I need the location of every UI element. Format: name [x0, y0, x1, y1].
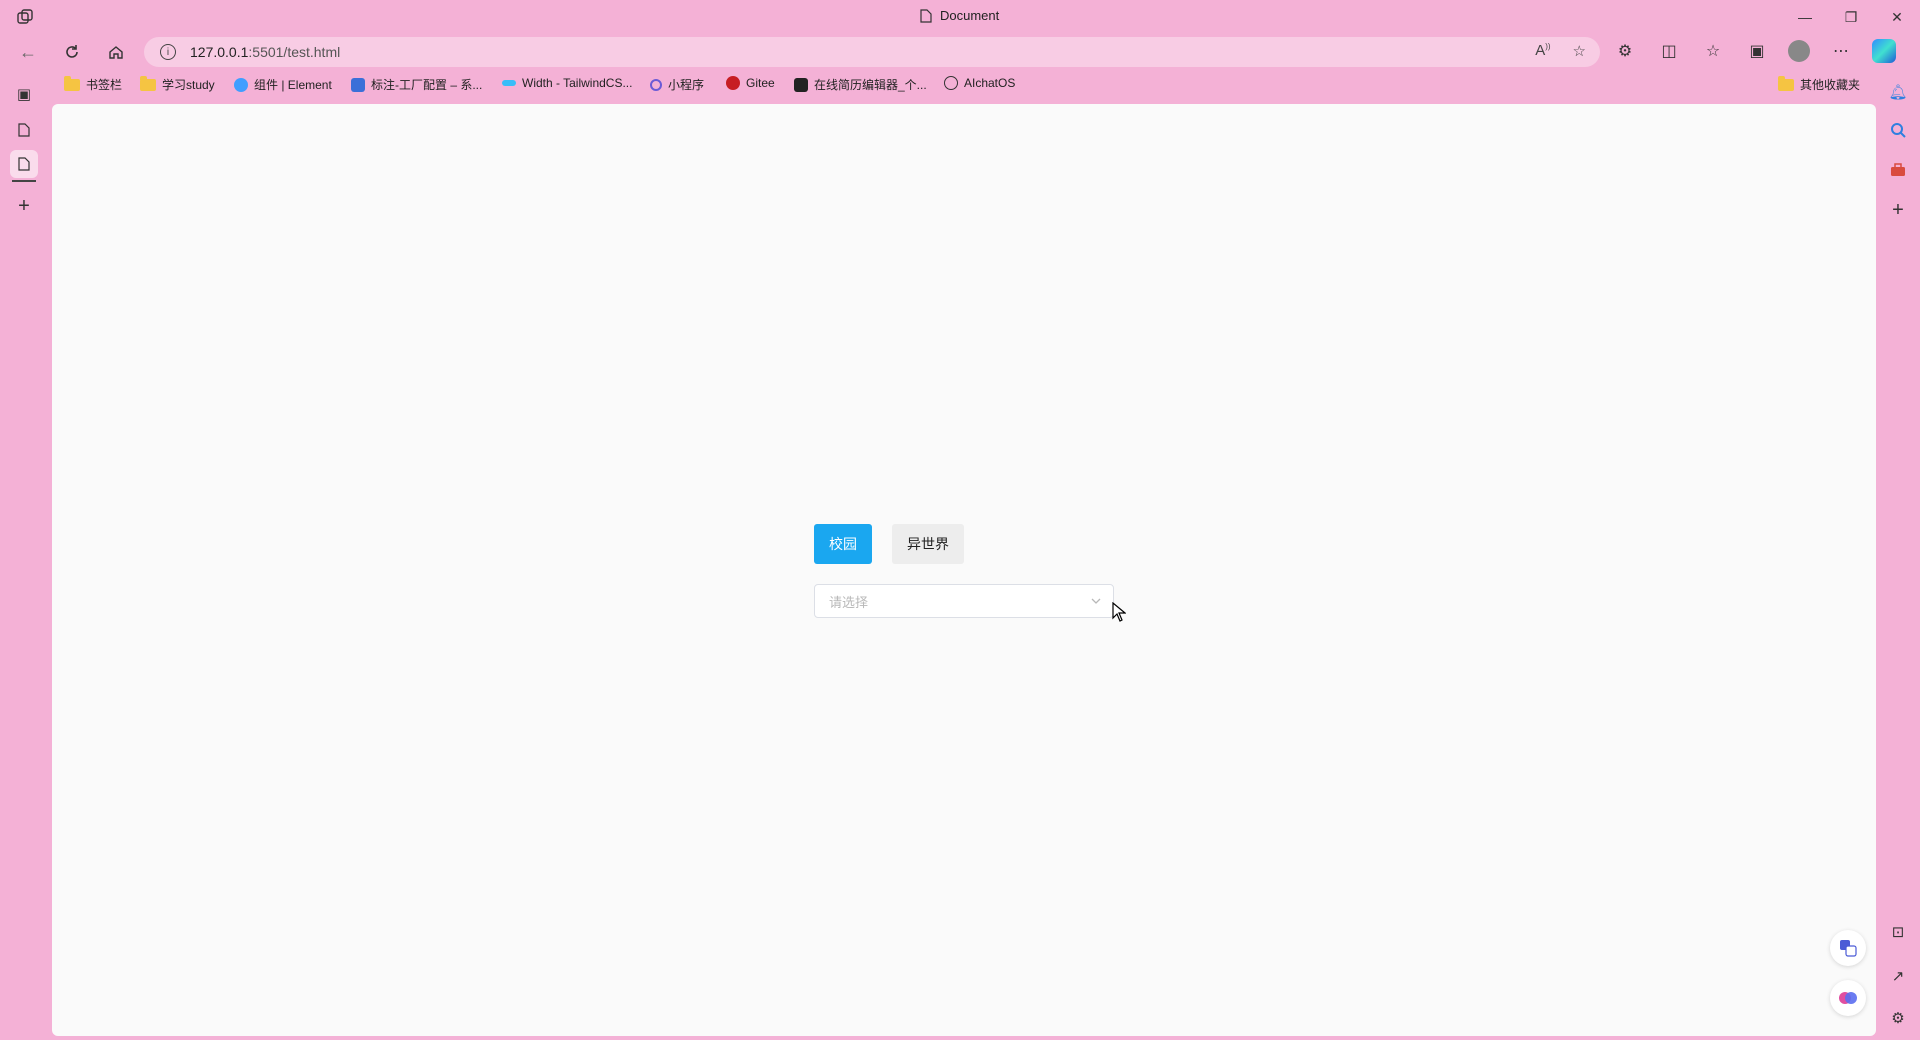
campus-button[interactable]: 校园: [814, 524, 872, 564]
navigation-bar: ← i 127.0.0.1:5501/test.html A)) ☆ ⚙ ◫ ☆…: [0, 34, 1920, 68]
openai-icon: [944, 76, 958, 90]
add-sidebar-app-icon[interactable]: +: [1886, 198, 1910, 222]
open-external-icon[interactable]: ↗: [1886, 964, 1910, 988]
bookmark-item[interactable]: 书签栏: [64, 75, 123, 93]
refresh-icon: [66, 45, 78, 58]
new-tab-icon[interactable]: +: [10, 192, 38, 220]
back-button[interactable]: ←: [14, 38, 42, 66]
otherworld-button[interactable]: 异世界: [892, 524, 964, 564]
favorite-star-icon[interactable]: ☆: [1573, 42, 1586, 60]
refresh-button[interactable]: [58, 38, 86, 66]
resume-icon: [794, 77, 808, 92]
label-icon: [351, 77, 365, 92]
bookmark-item[interactable]: 组件 | Element: [234, 76, 332, 93]
element-icon: [234, 77, 248, 92]
folder-icon: [140, 75, 156, 91]
bookmarks-bar: 书签栏 学习study 组件 | Element 标注-工厂配置 – 系... …: [0, 72, 1920, 98]
bookmark-item[interactable]: 小程序: [650, 76, 704, 93]
profile-avatar[interactable]: [1788, 40, 1810, 62]
link-icon: [650, 78, 662, 91]
notification-bell-icon[interactable]: 🔔︎: [1886, 80, 1910, 104]
split-screen-icon[interactable]: ◫: [1656, 38, 1682, 64]
bookmark-item[interactable]: 在线简历编辑器_个...: [794, 76, 927, 93]
tab-title-text: Document: [940, 8, 1000, 23]
minimize-button[interactable]: —: [1782, 0, 1828, 34]
site-info-icon[interactable]: i: [160, 44, 176, 60]
bookmark-label: 在线简历编辑器_个...: [814, 78, 927, 92]
translate-icon[interactable]: [1830, 930, 1866, 966]
title-bar: Document — ❐ ✕: [0, 0, 1920, 34]
favorites-icon[interactable]: ☆: [1700, 38, 1726, 64]
active-tab-page-icon[interactable]: [10, 150, 38, 178]
read-aloud-icon[interactable]: A)): [1535, 42, 1550, 60]
bookmark-item[interactable]: Width - TailwindCS...: [502, 76, 632, 90]
workspaces-icon[interactable]: [16, 8, 34, 26]
home-button[interactable]: [102, 38, 130, 66]
search-icon[interactable]: [1886, 118, 1910, 142]
bookmark-label: Gitee: [746, 76, 775, 90]
close-window-button[interactable]: ✕: [1874, 0, 1920, 34]
bookmark-label: 小程序: [668, 78, 705, 92]
gitee-icon: [726, 76, 740, 90]
select-dropdown[interactable]: 请选择: [814, 584, 1114, 618]
tab-actions-icon[interactable]: ▣: [10, 80, 38, 108]
bookmark-item[interactable]: 标注-工厂配置 – 系...: [351, 76, 482, 93]
page-content: 校园 异世界 请选择: [52, 104, 1876, 1036]
url-text[interactable]: 127.0.0.1:5501/test.html: [190, 44, 340, 60]
more-options-icon[interactable]: ⋯: [1828, 38, 1854, 64]
bookmark-label: AIchatOS: [964, 76, 1016, 90]
bookmark-item[interactable]: AIchatOS: [944, 76, 1015, 90]
bookmark-label: 标注-工厂配置 – 系...: [371, 78, 483, 92]
edge-sidebar: 🔔︎ + ⊡ ↗ ⚙: [1876, 80, 1920, 1040]
url-path: :5501/test.html: [248, 44, 341, 60]
copilot-icon[interactable]: [1872, 39, 1896, 63]
other-bookmarks[interactable]: 其他收藏夹: [1778, 75, 1861, 93]
folder-icon: [1778, 75, 1794, 91]
bookmark-label: 书签栏: [86, 78, 123, 92]
bookmark-item[interactable]: Gitee: [726, 76, 775, 90]
bookmark-label: Width - TailwindCS...: [522, 76, 633, 90]
tools-icon[interactable]: [1886, 158, 1910, 182]
tailwind-icon: [502, 80, 516, 86]
url-host: 127.0.0.1: [190, 44, 249, 60]
extensions-icon[interactable]: ⚙: [1612, 38, 1638, 64]
select-placeholder: 请选择: [829, 595, 869, 611]
hide-sidebar-icon[interactable]: ⊡: [1886, 920, 1910, 944]
folder-icon: [64, 75, 80, 91]
tab-page-icon[interactable]: [10, 116, 38, 144]
home-icon: [109, 46, 123, 59]
active-tab-indicator: [12, 180, 36, 182]
tab-title[interactable]: Document: [920, 8, 999, 23]
restore-button[interactable]: ❐: [1828, 0, 1874, 34]
collections-icon[interactable]: ▣: [1744, 38, 1770, 64]
mouse-cursor-icon: [1112, 602, 1126, 622]
sidebar-settings-icon[interactable]: ⚙: [1886, 1006, 1910, 1030]
bookmark-label: 组件 | Element: [254, 78, 332, 92]
address-bar[interactable]: i 127.0.0.1:5501/test.html A)) ☆: [144, 37, 1600, 67]
bookmark-label: 学习study: [162, 78, 215, 92]
bookmark-item[interactable]: 学习study: [140, 75, 215, 93]
vertical-tabs-sidebar: ▣ +: [0, 80, 48, 1040]
chevron-down-icon: [1091, 598, 1101, 604]
document-icon: [920, 8, 932, 23]
other-bookmarks-label: 其他收藏夹: [1800, 78, 1861, 92]
ai-brain-icon[interactable]: [1830, 980, 1866, 1016]
